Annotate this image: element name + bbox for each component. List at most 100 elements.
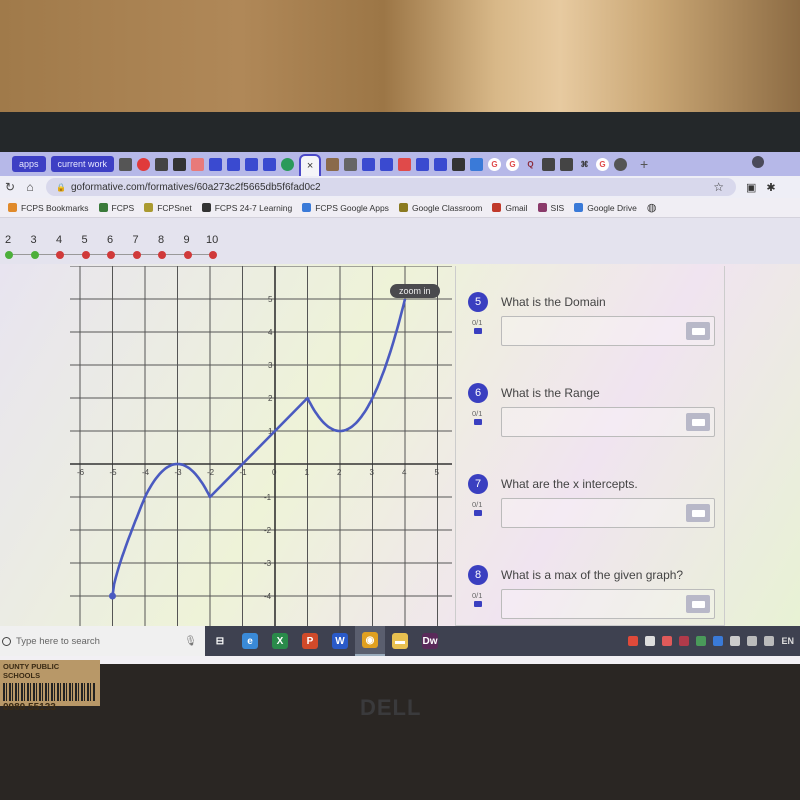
- close-icon[interactable]: ×: [307, 160, 313, 172]
- language-indicator[interactable]: EN: [781, 636, 794, 646]
- question-status-dot-unanswered[interactable]: [158, 251, 166, 259]
- tab-grammarly-icon[interactable]: [281, 157, 295, 171]
- tab-app-icon[interactable]: [452, 157, 466, 171]
- battery-icon[interactable]: [730, 636, 741, 646]
- tab-docs-icon[interactable]: [416, 157, 430, 171]
- tray-cd-icon[interactable]: [645, 636, 656, 646]
- comment-icon[interactable]: [474, 328, 482, 334]
- address-bar[interactable]: 🔒 goformative.com/formatives/60a273c2f56…: [46, 178, 736, 196]
- wifi-icon[interactable]: [747, 636, 758, 646]
- taskbar-task-view-icon[interactable]: ⊟: [205, 626, 235, 656]
- bluetooth-icon[interactable]: [713, 636, 724, 646]
- bookmark-fcps[interactable]: FCPS: [98, 203, 134, 213]
- tray-cloud-icon[interactable]: [662, 636, 673, 646]
- bookmark-sis[interactable]: SIS: [537, 203, 564, 213]
- tab-school-icon[interactable]: [191, 157, 205, 171]
- keyboard-icon[interactable]: [686, 322, 710, 340]
- taskbar-file-explorer-icon[interactable]: ▬: [385, 626, 415, 656]
- question-status-dot-unanswered[interactable]: [183, 251, 192, 259]
- tab-google-icon[interactable]: G: [506, 157, 520, 171]
- question-status-dot-answered[interactable]: [5, 251, 13, 259]
- globe-icon[interactable]: ◍: [647, 201, 657, 214]
- question-status-dot-unanswered[interactable]: [132, 251, 141, 259]
- question-nav-number[interactable]: 9: [184, 234, 190, 246]
- taskbar-dreamweaver-icon[interactable]: Dw: [415, 626, 445, 656]
- tab-shield-icon[interactable]: [614, 157, 628, 171]
- taskbar-powerpoint-icon[interactable]: P: [295, 626, 325, 656]
- comment-icon[interactable]: [474, 601, 482, 607]
- extensions-icon[interactable]: ✱: [766, 181, 775, 194]
- tab-youtube-icon[interactable]: [137, 157, 151, 171]
- tab-group-current-work[interactable]: current work: [50, 156, 115, 172]
- answer-input[interactable]: [501, 407, 715, 437]
- bookmark-fcpsnet[interactable]: FCPSnet: [144, 203, 192, 213]
- tab-heart-icon[interactable]: [344, 157, 358, 171]
- taskbar-excel-icon[interactable]: X: [265, 626, 295, 656]
- tray-app-icon[interactable]: [628, 636, 639, 646]
- keyboard-icon[interactable]: [686, 504, 710, 522]
- taskbar-edge-icon[interactable]: e: [235, 626, 265, 656]
- question-nav-number[interactable]: 8: [158, 234, 164, 246]
- tab-google-icon[interactable]: G: [596, 157, 610, 171]
- answer-input[interactable]: [501, 316, 715, 346]
- comment-icon[interactable]: [474, 510, 482, 516]
- question-nav-number[interactable]: 10: [206, 234, 218, 246]
- bookmark-fcps-google-apps[interactable]: FCPS Google Apps: [302, 203, 389, 213]
- tab-classroom-icon[interactable]: [380, 157, 394, 171]
- tab-quizlet-icon[interactable]: Q: [524, 158, 537, 171]
- bookmark-google-classroom[interactable]: Google Classroom: [398, 203, 482, 213]
- home-icon[interactable]: ⌂: [20, 180, 40, 194]
- tab-docs-icon[interactable]: [263, 157, 277, 171]
- comment-icon[interactable]: [474, 419, 482, 425]
- keyboard-icon[interactable]: [686, 595, 710, 613]
- tab-docs-icon[interactable]: [245, 157, 259, 171]
- bookmark-gmail[interactable]: Gmail: [492, 203, 528, 213]
- tray-mcafee-icon[interactable]: [679, 636, 690, 646]
- active-tab[interactable]: ×: [299, 154, 322, 176]
- tab-calendar-icon[interactable]: [155, 157, 169, 171]
- bookmark-fcps-bookmarks[interactable]: FCPS Bookmarks: [8, 203, 89, 213]
- tab-docs-icon[interactable]: [209, 157, 223, 171]
- zoom-in-button[interactable]: zoom in: [390, 284, 440, 298]
- tab-puzzle-icon[interactable]: [542, 157, 556, 171]
- question-nav-number[interactable]: 2: [5, 234, 11, 246]
- question-status-dot-unanswered[interactable]: [107, 251, 115, 259]
- question-status-dot-answered[interactable]: [30, 251, 39, 259]
- microphone-icon[interactable]: 🎙: [184, 636, 197, 647]
- tab-slides-icon[interactable]: [398, 157, 412, 171]
- taskbar-search[interactable]: Type here to search 🎙: [0, 626, 205, 656]
- question-nav-number[interactable]: 7: [133, 234, 139, 246]
- volume-icon[interactable]: [764, 636, 775, 646]
- question-nav-number[interactable]: 5: [82, 234, 88, 246]
- tab-app-icon[interactable]: ⌘: [578, 158, 591, 171]
- tab-google-icon[interactable]: G: [488, 157, 502, 171]
- tab-group-apps[interactable]: apps: [12, 156, 46, 172]
- question-nav-number[interactable]: 6: [107, 234, 113, 246]
- tab-docs-icon[interactable]: [227, 157, 241, 171]
- answer-input[interactable]: [501, 589, 715, 619]
- taskbar-chrome-icon[interactable]: ◉: [355, 626, 385, 656]
- tray-network-icon[interactable]: [696, 636, 707, 646]
- pocket-icon[interactable]: ▣: [746, 181, 756, 194]
- reload-icon[interactable]: ↻: [0, 180, 20, 194]
- taskbar-word-icon[interactable]: W: [325, 626, 355, 656]
- bookmark-fcps-24-7-learning[interactable]: FCPS 24-7 Learning: [201, 203, 292, 213]
- profile-icon[interactable]: [752, 156, 764, 168]
- bookmark-star-icon[interactable]: ☆: [713, 180, 724, 194]
- tab-classroom-icon[interactable]: [326, 157, 340, 171]
- question-status-dot-unanswered[interactable]: [209, 251, 217, 259]
- tab-drive-icon[interactable]: [470, 157, 484, 171]
- tab-puzzle-icon[interactable]: [560, 157, 574, 171]
- bookmark-google-drive[interactable]: Google Drive: [574, 203, 637, 213]
- question-nav-number[interactable]: 4: [56, 234, 62, 246]
- answer-input[interactable]: [501, 498, 715, 528]
- tab-classroom-icon[interactable]: [173, 157, 187, 171]
- question-status-dot-unanswered[interactable]: [81, 251, 90, 259]
- tab-bb-icon[interactable]: [119, 157, 133, 171]
- tab-docs-icon[interactable]: [362, 157, 376, 171]
- new-tab-button[interactable]: +: [640, 156, 648, 172]
- question-status-dot-unanswered[interactable]: [56, 251, 64, 259]
- question-nav-number[interactable]: 3: [31, 234, 37, 246]
- tab-docs-icon[interactable]: [434, 157, 448, 171]
- keyboard-icon[interactable]: [686, 413, 710, 431]
